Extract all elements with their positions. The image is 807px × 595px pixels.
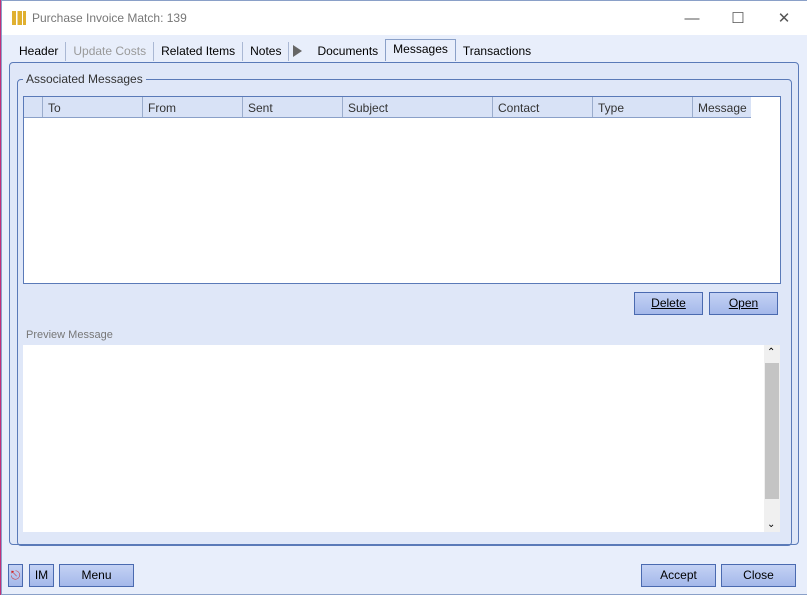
title-bar: Purchase Invoice Match: 139 — ☐ ✕: [2, 1, 807, 35]
column-message[interactable]: Message: [692, 97, 751, 117]
column-subject[interactable]: Subject: [342, 97, 492, 117]
messages-grid[interactable]: To From Sent Subject Contact Type Messag…: [23, 96, 781, 284]
column-sent[interactable]: Sent: [242, 97, 342, 117]
minimize-button[interactable]: —: [669, 1, 715, 35]
purchase-invoice-window: Purchase Invoice Match: 139 — ☐ ✕ Header…: [1, 0, 807, 595]
delete-button[interactable]: Delete: [634, 292, 703, 315]
pin-button[interactable]: ⎋: [8, 564, 23, 587]
app-icon: [12, 11, 26, 25]
preview-message-label: Preview Message: [26, 329, 113, 341]
preview-message-area[interactable]: ⌃ ⌄: [23, 345, 780, 532]
preview-scrollbar[interactable]: ⌃ ⌄: [764, 345, 780, 532]
accept-button[interactable]: Accept: [641, 564, 716, 587]
close-button[interactable]: Close: [721, 564, 796, 587]
column-contact[interactable]: Contact: [492, 97, 592, 117]
tab-update-costs: Update Costs: [66, 42, 155, 61]
tab-transactions[interactable]: Transactions: [456, 42, 538, 61]
scroll-up-icon[interactable]: ⌃: [767, 347, 775, 358]
close-window-button[interactable]: ✕: [761, 1, 807, 35]
grid-header: To From Sent Subject Contact Type Messag…: [24, 97, 751, 118]
scroll-down-icon[interactable]: ⌄: [767, 519, 775, 530]
tab-bar: Header Update Costs Related Items Notes …: [12, 39, 538, 61]
tab-messages[interactable]: Messages: [385, 39, 456, 61]
open-label: Open: [728, 296, 759, 310]
tab-scroll-arrow-icon[interactable]: [293, 45, 303, 57]
column-to[interactable]: To: [42, 97, 142, 117]
row-selector-header: [24, 97, 42, 117]
pin-icon: ⎋: [10, 568, 21, 582]
column-from[interactable]: From: [142, 97, 242, 117]
im-button[interactable]: IM: [29, 564, 54, 587]
column-type[interactable]: Type: [592, 97, 692, 117]
tab-related-items[interactable]: Related Items: [154, 42, 244, 61]
scrollbar-thumb[interactable]: [765, 363, 779, 499]
tab-documents[interactable]: Documents: [310, 42, 385, 61]
tab-notes[interactable]: Notes: [243, 42, 290, 61]
menu-button[interactable]: Menu: [59, 564, 134, 587]
window-title: Purchase Invoice Match: 139: [32, 11, 187, 25]
tab-header[interactable]: Header: [12, 42, 67, 61]
open-button[interactable]: Open: [709, 292, 778, 315]
messages-panel: Associated Messages To From Sent Subject…: [9, 62, 799, 546]
maximize-button[interactable]: ☐: [715, 1, 761, 35]
delete-label: Delete: [651, 296, 686, 310]
associated-messages-label: Associated Messages: [23, 72, 146, 86]
